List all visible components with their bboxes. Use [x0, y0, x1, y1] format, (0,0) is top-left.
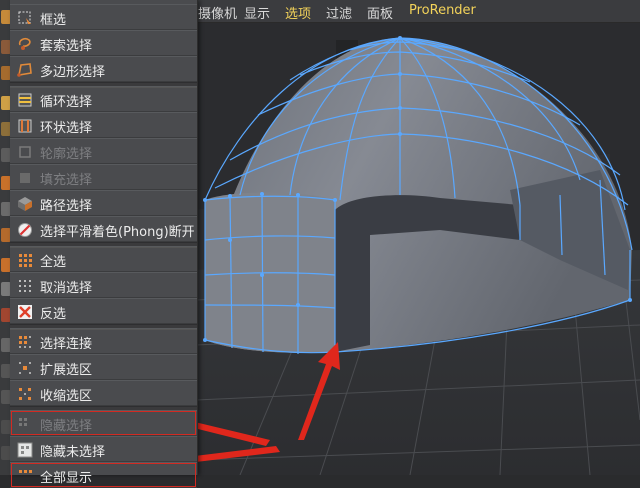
polygon-select-icon	[17, 62, 33, 78]
grow-selection-icon	[17, 360, 33, 376]
menu-item-phong-break-select[interactable]: 选择平滑着色(Phong)断开	[10, 216, 197, 242]
ring-select-icon	[17, 118, 33, 134]
invert-selection-icon	[17, 304, 33, 320]
menu-item-polygon-select[interactable]: 多边形选择	[10, 56, 197, 82]
menu-item-select-all[interactable]: 全选	[10, 246, 197, 272]
select-connected-icon	[17, 334, 33, 350]
menu-item-grow-selection[interactable]: 扩展选区	[10, 354, 197, 380]
select-menu: 框选 套索选择 多边形选择 循环选择 环状选择 轮廓选择 填充选择 路径选择 选…	[10, 0, 198, 488]
menu-item-invert-selection[interactable]: 反选	[10, 298, 197, 324]
menu-item-hide-unselected[interactable]: 隐藏未选择	[10, 436, 197, 462]
menu-item-shrink-selection[interactable]: 收缩选区	[10, 380, 197, 406]
menu-item-loop-select[interactable]: 循环选择	[10, 86, 197, 112]
menu-item-ring-select[interactable]: 环状选择	[10, 112, 197, 138]
viewport-menubar: 摄像机 显示 选项 过滤 面板 ProRender	[196, 0, 640, 23]
menu-item-box-select[interactable]: 框选	[10, 4, 197, 30]
menu-filter[interactable]: 过滤	[326, 3, 352, 22]
select-all-icon	[17, 252, 33, 268]
deselect-all-icon	[17, 278, 33, 294]
lasso-select-icon	[17, 36, 33, 52]
path-select-icon	[17, 196, 33, 212]
menu-item-hide-selected[interactable]: 隐藏选择	[10, 410, 197, 436]
loop-select-icon	[17, 92, 33, 108]
menu-item-deselect-all[interactable]: 取消选择	[10, 272, 197, 298]
hide-unselected-icon	[17, 442, 33, 458]
menu-camera[interactable]: 摄像机	[198, 3, 237, 22]
box-select-icon	[17, 10, 33, 26]
menu-item-path-select[interactable]: 路径选择	[10, 190, 197, 216]
menu-item-outline-select[interactable]: 轮廓选择	[10, 138, 197, 164]
menu-prorender[interactable]: ProRender	[409, 3, 476, 18]
menu-options[interactable]: 选项	[285, 3, 311, 22]
fill-select-icon	[17, 170, 33, 186]
menu-display[interactable]: 显示	[244, 3, 270, 22]
menu-panel[interactable]: 面板	[367, 3, 393, 22]
outline-select-icon	[17, 144, 33, 160]
menu-item-unhide-all[interactable]: 全部显示	[10, 462, 197, 488]
phong-break-select-icon	[17, 222, 33, 238]
unhide-all-icon	[17, 468, 33, 484]
menu-item-lasso-select[interactable]: 套索选择	[10, 30, 197, 56]
menu-item-fill-select[interactable]: 填充选择	[10, 164, 197, 190]
hide-selected-icon	[17, 416, 33, 432]
menu-item-select-connected[interactable]: 选择连接	[10, 328, 197, 354]
shrink-selection-icon	[17, 386, 33, 402]
